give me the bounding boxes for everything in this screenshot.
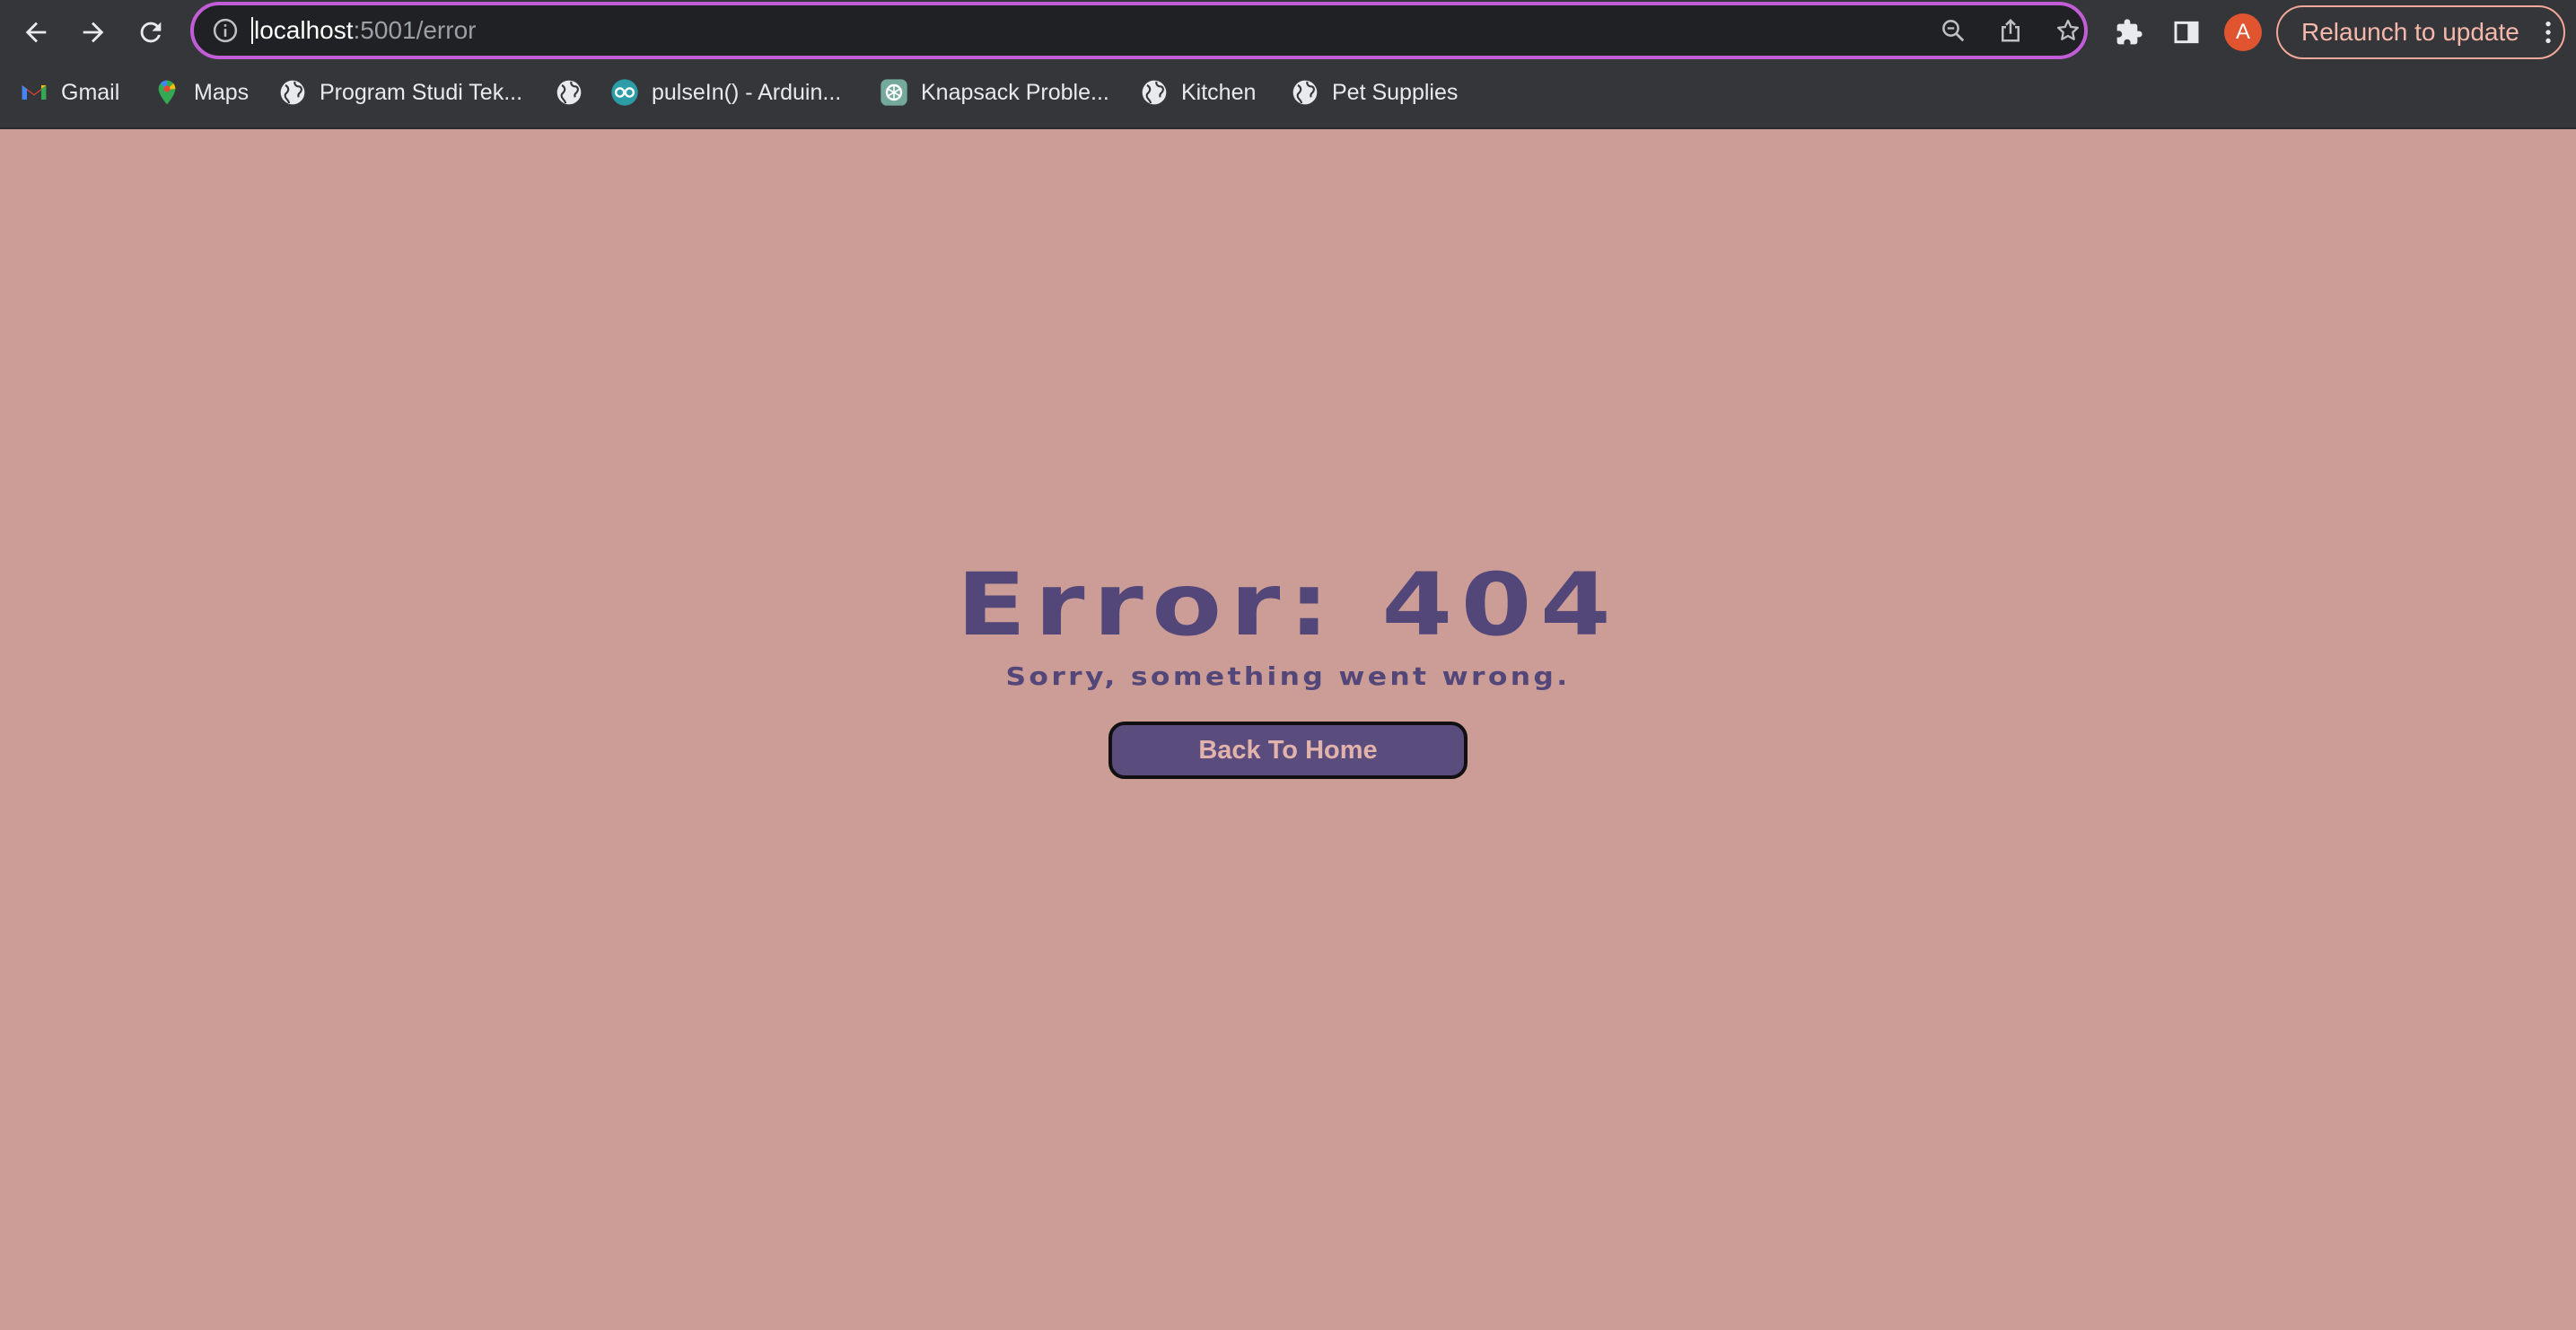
relaunch-label: Relaunch to update bbox=[2301, 18, 2519, 46]
url-text[interactable]: localhost:5001/error bbox=[251, 5, 476, 56]
bookmark-label: Knapsack Proble... bbox=[921, 79, 1109, 105]
error-title: Error: 404 bbox=[956, 555, 1620, 655]
error-subtitle: Sorry, something went wrong. bbox=[1005, 661, 1571, 691]
text-caret bbox=[251, 16, 253, 44]
bookmark-maps[interactable]: Maps bbox=[153, 74, 249, 111]
kebab-menu-icon[interactable] bbox=[2538, 18, 2558, 47]
globe-icon bbox=[278, 78, 307, 107]
globe-icon bbox=[1140, 78, 1169, 107]
forward-button[interactable] bbox=[70, 9, 117, 56]
extensions-icon bbox=[2116, 19, 2142, 45]
browser-window: localhost:5001/error A Relaunch to updat… bbox=[0, 0, 2576, 1330]
bookmark-label: Pet Supplies bbox=[1332, 79, 1459, 105]
bookmark-label: pulseIn() - Arduin... bbox=[652, 79, 842, 105]
side-panel-button[interactable] bbox=[2167, 13, 2206, 52]
profile-avatar[interactable]: A bbox=[2224, 13, 2262, 51]
bookmark-star-button[interactable] bbox=[2052, 14, 2084, 47]
back-to-home-button[interactable]: Back To Home bbox=[1108, 722, 1468, 779]
bookmark-kitchen[interactable]: Kitchen bbox=[1140, 74, 1256, 111]
globe-icon bbox=[555, 78, 583, 107]
back-button[interactable] bbox=[13, 9, 59, 56]
globe-icon bbox=[1291, 78, 1319, 107]
reload-icon bbox=[140, 22, 162, 43]
chatgpt-icon bbox=[880, 78, 908, 107]
bookmark-label: Maps bbox=[194, 79, 250, 105]
relaunch-button[interactable]: Relaunch to update bbox=[2276, 5, 2565, 59]
bookmarks-bar: Gmail Maps Program Studi Tek... pulseIn(… bbox=[0, 65, 2576, 129]
bookmark-label: Kitchen bbox=[1181, 79, 1257, 105]
browser-toolbar: localhost:5001/error A Relaunch to updat… bbox=[0, 0, 2576, 65]
url-path: :5001/error bbox=[353, 16, 477, 44]
back-arrow-icon bbox=[25, 22, 47, 43]
zoom-button[interactable] bbox=[1937, 14, 1969, 47]
share-icon bbox=[2002, 18, 2020, 42]
bookmark-program-studi[interactable]: Program Studi Tek... bbox=[278, 74, 522, 111]
bookmark-label: Program Studi Tek... bbox=[320, 79, 523, 105]
extensions-button[interactable] bbox=[2109, 13, 2149, 52]
bookmark-pulsein[interactable]: pulseIn() - Arduin... bbox=[610, 74, 841, 111]
reload-button[interactable] bbox=[127, 9, 174, 56]
bookmark-label: Gmail bbox=[61, 79, 120, 105]
page-content: Error: 404 Sorry, something went wrong. … bbox=[0, 129, 2576, 1330]
share-button[interactable] bbox=[1994, 14, 2027, 47]
bookmark-knapsack[interactable]: Knapsack Proble... bbox=[880, 74, 1109, 111]
zoom-icon bbox=[1942, 20, 1965, 42]
gmail-icon bbox=[20, 78, 48, 107]
info-icon[interactable] bbox=[212, 17, 239, 44]
maps-pin-icon bbox=[153, 78, 181, 107]
star-icon bbox=[2057, 19, 2079, 40]
address-bar[interactable]: localhost:5001/error bbox=[190, 2, 2088, 59]
bookmark-pet-supplies[interactable]: Pet Supplies bbox=[1291, 74, 1458, 111]
url-host: localhost bbox=[254, 16, 354, 44]
forward-arrow-icon bbox=[83, 22, 104, 43]
side-panel-icon bbox=[2174, 21, 2199, 44]
arduino-icon bbox=[610, 78, 639, 107]
bookmark-untitled[interactable] bbox=[555, 74, 596, 111]
bookmark-gmail[interactable]: Gmail bbox=[20, 74, 119, 111]
